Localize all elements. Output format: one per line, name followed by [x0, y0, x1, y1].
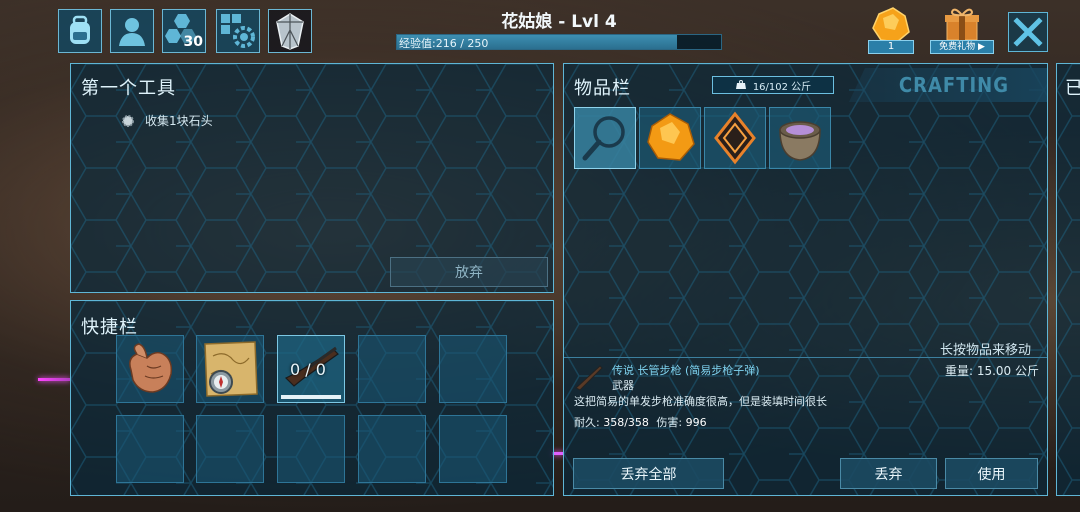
ammo-count-overlay: 0 / 0 [290, 360, 326, 379]
hotbar-slot-4[interactable] [358, 335, 426, 403]
engrams-tab-button[interactable]: 30 [162, 9, 206, 53]
settings-tab-button[interactable] [216, 9, 260, 53]
drop-button[interactable]: 丢弃 [840, 458, 937, 489]
hotbar-slot-3[interactable]: 0 / 0 [277, 335, 345, 403]
drop-all-button[interactable]: 丢弃全部 [573, 458, 724, 489]
hotbar-slot-9[interactable] [358, 415, 426, 483]
laser-beam-decor [38, 378, 70, 381]
selected-item-weight: 重量: 15.00 公斤 [944, 364, 1039, 378]
xp-text: 经验值:216 / 250 [399, 37, 489, 50]
use-button[interactable]: 使用 [945, 458, 1038, 489]
give-up-button[interactable]: 放弃 [390, 257, 548, 287]
engram-points-badge: 30 [183, 34, 203, 50]
selected-item-description: 这把简易的单发步枪准确度很高，但是装填时间很长 [574, 395, 827, 408]
hotbar-slot-7[interactable] [196, 415, 264, 483]
objective-task-row: 收集1块石头 [121, 112, 213, 129]
inventory-slot-1[interactable] [574, 107, 636, 169]
weight-icon [735, 80, 746, 89]
amber-icon [647, 113, 695, 161]
backpack-icon [70, 15, 90, 44]
map-compass-icon [204, 341, 258, 397]
mortar-pestle-icon [779, 121, 821, 161]
character-tab-button[interactable] [110, 9, 154, 53]
hotbar-slot-5[interactable] [439, 335, 507, 403]
close-button[interactable] [1008, 12, 1048, 52]
selected-item-category: 武器 [612, 379, 634, 392]
inventory-weight: 16/102 公斤 [752, 81, 812, 93]
close-icon [1013, 17, 1043, 47]
detail-rifle-icon [575, 365, 603, 391]
free-gift-label: 免费礼物 ▶ [939, 42, 985, 52]
backpack-tab-button[interactable] [58, 9, 102, 53]
hotbar-slot-8[interactable] [277, 415, 345, 483]
item-detail-divider [564, 357, 1047, 358]
hotbar-slot-10[interactable] [439, 415, 507, 483]
objective-task: 收集1块石头 [145, 114, 213, 128]
gems-button[interactable]: 1 [868, 6, 914, 54]
free-gift-label-box: 免费礼物 ▶ [930, 40, 994, 54]
xp-bar: 经验值:216 / 250 [396, 34, 722, 50]
inventory-slot-2[interactable] [639, 107, 701, 169]
inventory-panel: 物品栏 16/102 公斤 CRAFTING 长按物品来移动 传说 长管步枪 (… [563, 63, 1048, 496]
inventory-slot-3[interactable] [704, 107, 766, 169]
inventory-weight-box: 16/102 公斤 [712, 76, 834, 94]
person-icon [119, 18, 145, 46]
hotbar-panel: 快捷栏 0 / 0 [70, 300, 554, 496]
move-hint: 长按物品来移动 [939, 343, 1031, 358]
selected-item-name: 传说 长管步枪 (简易步枪子弹) [612, 364, 760, 377]
free-gift-button[interactable]: 免费礼物 ▶ [930, 6, 994, 54]
gem-count-box: 1 [868, 40, 914, 54]
crafting-tab[interactable]: CRAFTING [849, 68, 1047, 102]
player-title: 花姑娘 - Lvl 4 [501, 12, 617, 32]
durability-value: 358/358 [603, 416, 649, 429]
objective-panel: 第一个工具 收集1块石头 放弃 [70, 63, 554, 293]
implant-icon [714, 111, 756, 165]
gear-bullet-icon [122, 114, 134, 127]
side-panel-title: 已 [1065, 74, 1080, 100]
inventory-slot-4[interactable] [769, 107, 831, 169]
inventory-title: 物品栏 [574, 78, 631, 99]
gear-grid-icon [221, 14, 255, 48]
hotbar-slot-2[interactable] [196, 335, 264, 403]
objective-title: 第一个工具 [81, 78, 176, 99]
search-icon [582, 116, 625, 161]
gem-count: 1 [887, 41, 895, 52]
durability-bar [281, 395, 341, 399]
hotbar-slot-1[interactable] [116, 335, 184, 403]
hotbar-slot-6[interactable] [116, 415, 184, 483]
crystal-icon [276, 13, 304, 50]
side-panel: 已 [1056, 63, 1080, 496]
gift-box-icon [945, 8, 979, 41]
hex-pattern-bg [1057, 64, 1080, 495]
selected-item-stats: 耐久: 358/358 伤害: 996 [574, 414, 707, 430]
damage-value: 996 [685, 416, 707, 429]
tribe-tab-button[interactable] [268, 9, 312, 53]
damage-label: 伤害: [656, 416, 683, 429]
hand-icon [129, 343, 173, 393]
durability-label: 耐久: [574, 416, 600, 429]
